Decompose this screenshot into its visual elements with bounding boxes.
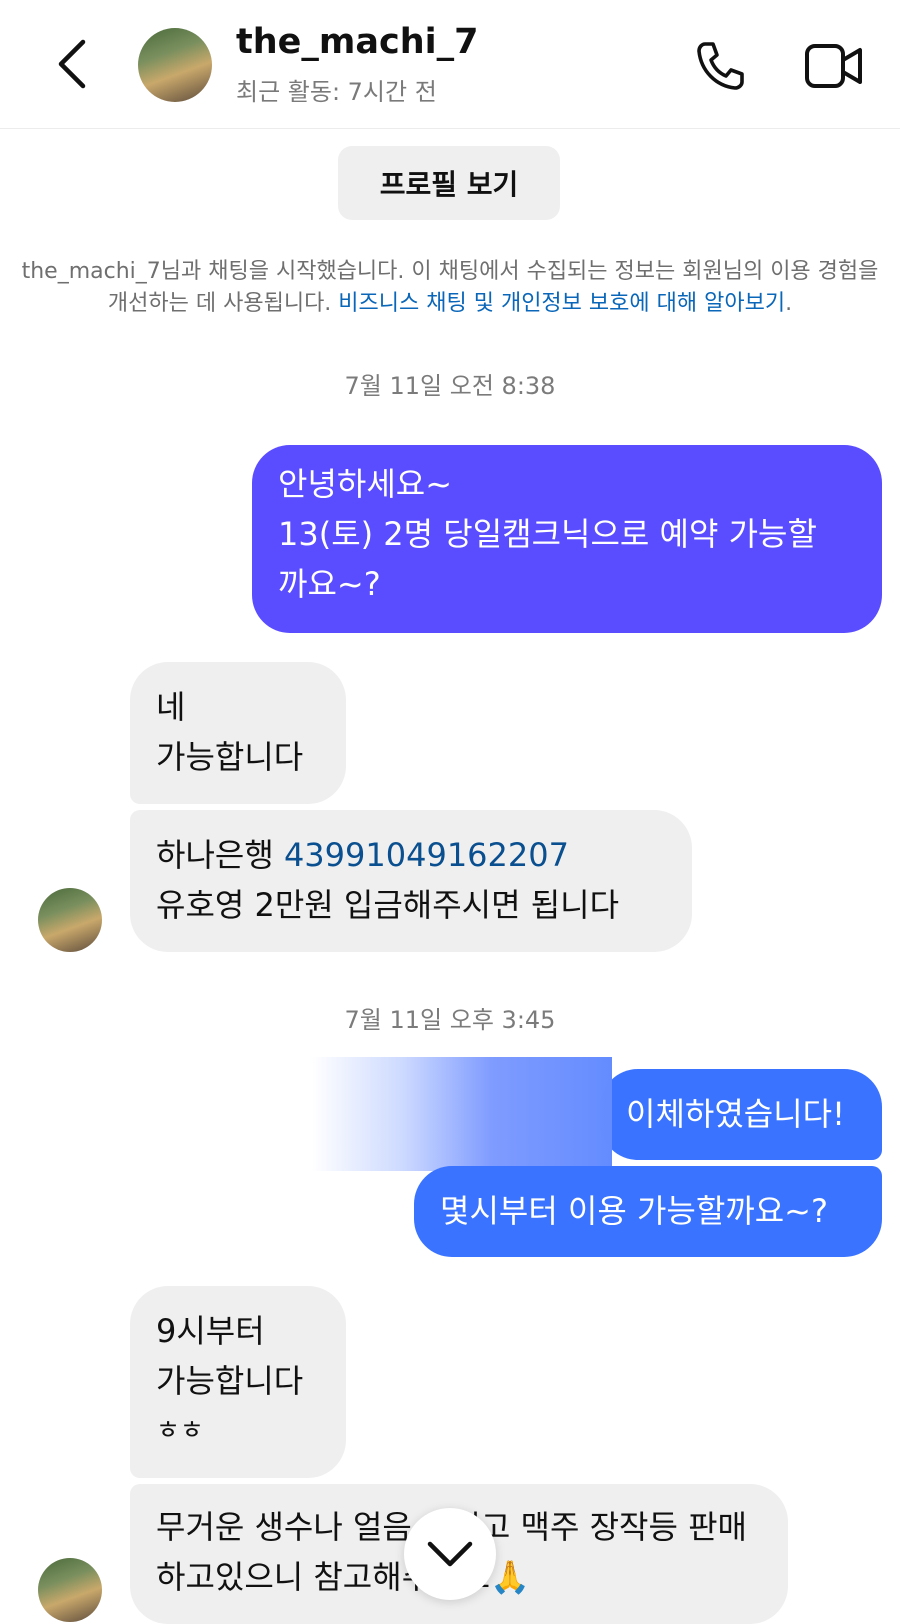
redacted-image-overlay xyxy=(312,1057,612,1171)
message-line: 안녕하세요~ xyxy=(278,465,453,503)
message-line: 가능합니다 xyxy=(156,1362,304,1400)
back-button[interactable] xyxy=(44,28,100,100)
incoming-message[interactable]: 9시부터 가능합니다 ㅎㅎ xyxy=(130,1286,346,1478)
privacy-link[interactable]: 비즈니스 채팅 및 개인정보 보호에 대해 알아보기 xyxy=(338,291,785,316)
message-line: 몇시부터 이용 가능할까요~? xyxy=(440,1192,828,1230)
sender-avatar[interactable] xyxy=(38,888,102,952)
timestamp: 7월 11일 오전 8:38 xyxy=(344,372,556,400)
video-camera-icon xyxy=(805,44,862,88)
notice-end: . xyxy=(785,291,793,316)
call-button[interactable] xyxy=(690,36,750,96)
account-number[interactable]: 43991049162207 xyxy=(284,836,569,874)
sender-avatar[interactable] xyxy=(38,1558,102,1622)
outgoing-message[interactable]: 몇시부터 이용 가능할까요~? xyxy=(414,1166,882,1257)
message-line: 13(토) 2명 당일캠크닉으로 예약 가능할 xyxy=(278,515,817,553)
message-line: 9시부터 xyxy=(156,1312,265,1350)
message-line: 하나은행 43991049162207 xyxy=(156,830,666,880)
message-line: 까요~? xyxy=(278,565,381,603)
activity-status: 최근 활동: 7시간 전 xyxy=(236,78,437,106)
chevron-down-icon xyxy=(427,1541,473,1567)
timestamp: 7월 11일 오후 3:45 xyxy=(344,1006,556,1034)
incoming-message[interactable]: 하나은행 43991049162207 유호영 2만원 입금해주시면 됩니다 xyxy=(130,810,692,952)
message-line: 가능합니다 xyxy=(156,738,304,776)
message-line: 네 xyxy=(156,688,186,726)
message-line: ㅎㅎ xyxy=(156,1416,204,1446)
scroll-to-bottom-button[interactable] xyxy=(404,1508,496,1600)
avatar[interactable] xyxy=(138,28,212,102)
message-line: 이체하였습니다! xyxy=(626,1095,845,1133)
chat-privacy-notice: the_machi_7님과 채팅을 시작했습니다. 이 채팅에서 수집되는 정보… xyxy=(10,256,890,320)
bank-name: 하나은행 xyxy=(156,836,284,874)
back-chevron-icon xyxy=(58,39,86,89)
video-call-button[interactable] xyxy=(800,36,868,96)
view-profile-button[interactable]: 프로필 보기 xyxy=(338,146,560,220)
outgoing-message[interactable]: 이체하였습니다! xyxy=(600,1069,882,1160)
username[interactable]: the_machi_7 xyxy=(236,22,479,62)
message-line: 유호영 2만원 입금해주시면 됩니다 xyxy=(156,886,620,924)
chat-header xyxy=(0,0,900,129)
incoming-message[interactable]: 네 가능합니다 xyxy=(130,662,346,804)
outgoing-message[interactable]: 안녕하세요~ 13(토) 2명 당일캠크닉으로 예약 가능할 까요~? xyxy=(252,445,882,633)
phone-icon xyxy=(697,42,744,90)
